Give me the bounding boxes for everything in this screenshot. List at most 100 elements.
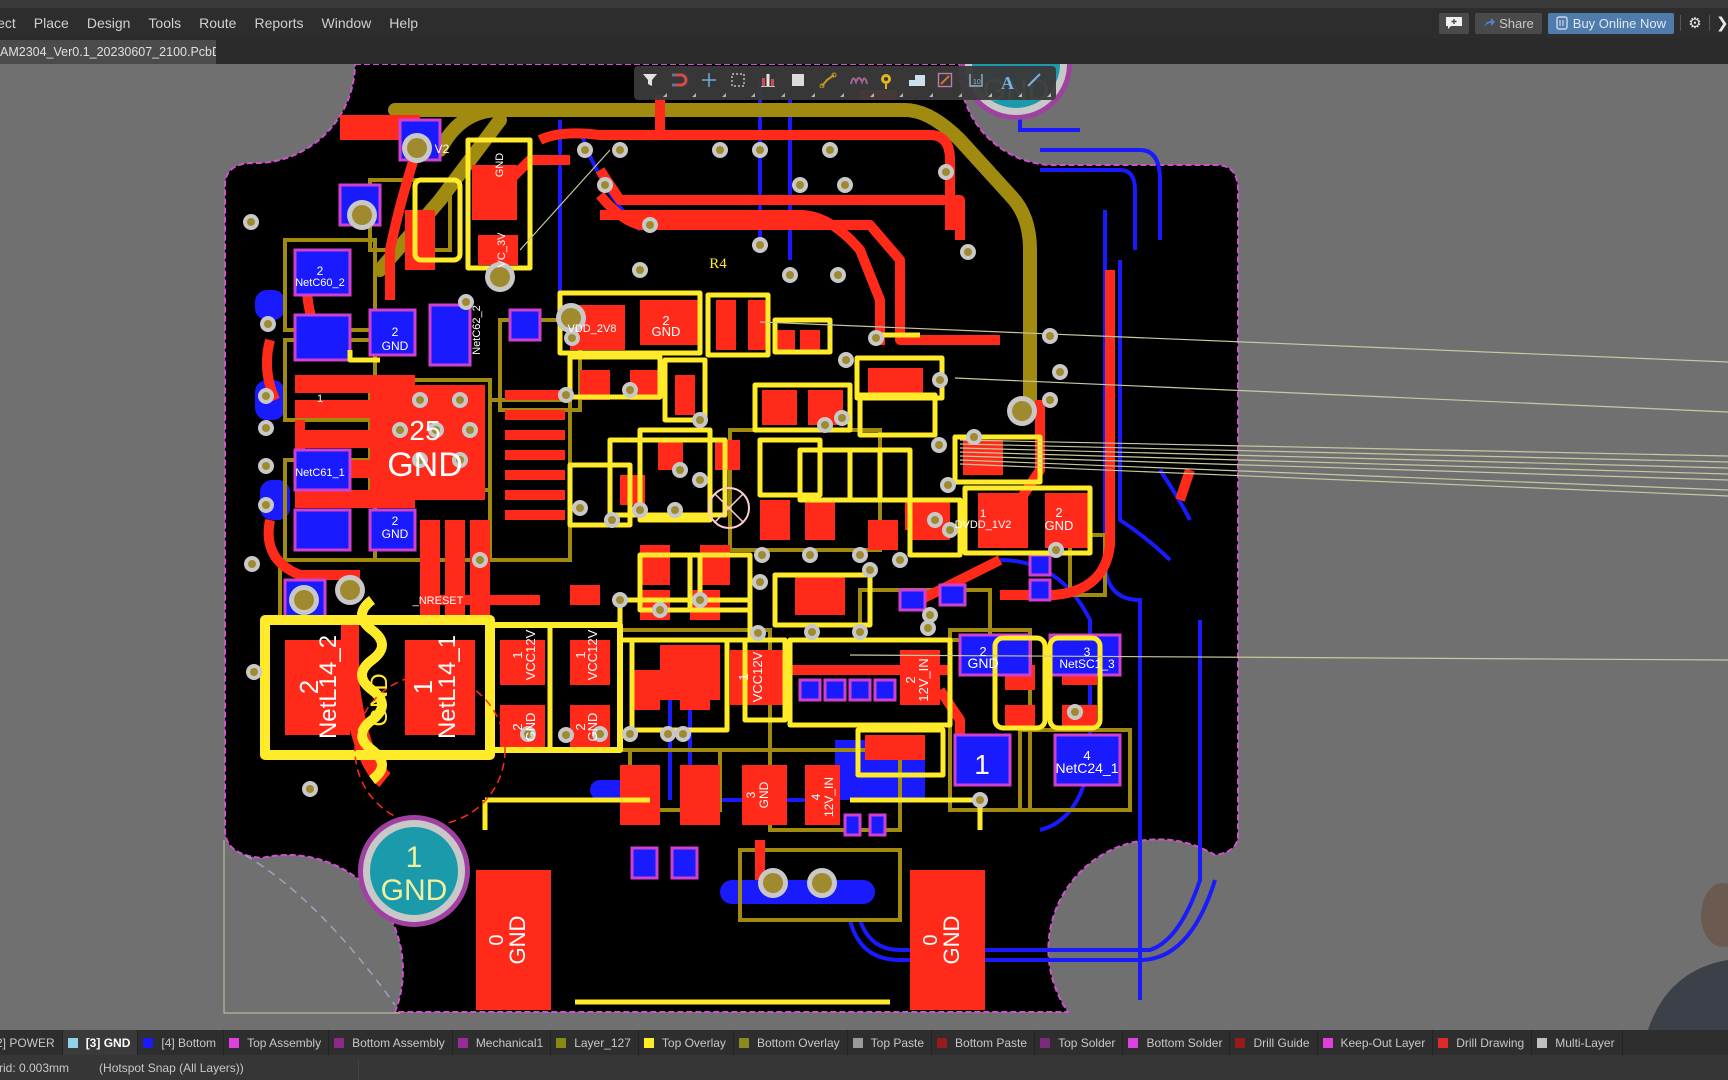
menu-reports[interactable]: Reports [245,15,312,31]
large-via-hole [340,580,360,600]
comment-button[interactable] [1439,12,1470,34]
layer-tab[interactable]: Bottom Paste [932,1030,1036,1055]
via-hole [841,181,849,189]
via-hole [696,596,704,604]
via-hole [1046,332,1054,340]
filter-icon[interactable] [642,72,667,97]
via-hole [264,320,272,328]
pcb-board-view[interactable]: R425GND2NetC60_22GND1NetC61_12GNDNetC62_… [0,64,1728,1030]
layer-tab[interactable]: Top Solder [1035,1030,1124,1055]
share-button[interactable]: Share [1475,12,1542,34]
diff-pair-icon[interactable] [849,72,874,97]
menu-window[interactable]: Window [313,15,381,31]
menu-design[interactable]: Design [78,15,140,31]
menu-route[interactable]: Route [190,15,245,31]
layer-tab[interactable]: Bottom Assembly [329,1030,453,1055]
layer-tab-label: Bottom Solder [1146,1035,1223,1050]
via-hole [396,426,404,434]
layer-color-swatch [1040,1037,1051,1048]
pcb-label-vdd2v8: VDD_2V8 [568,323,617,335]
layer-tab[interactable]: Top Assembly [224,1030,330,1055]
layer-tab-label: Drill Guide [1253,1035,1310,1050]
pcb-label-netc60: NetC60_2 [295,277,345,289]
pcb-label-dvdd: DVDD_1V2 [955,519,1012,531]
menu-tools[interactable]: Tools [139,15,190,31]
pcb-label-netc61-num: 1 [317,393,323,405]
crosshair-icon[interactable] [701,72,726,97]
via-hole [842,356,850,364]
pcb-label-vcc12v-c-num: 1 [736,673,751,680]
pcb-label-netc24: NetC24_1 [1055,760,1118,776]
layer-tab[interactable]: Top Overlay [639,1030,734,1055]
pcb-canvas[interactable]: R4 25 GND 2 NetC60_2 2 GND 1 NetC61_1 2 GND NetC62_… [0,64,1728,1030]
pcb-label-mount-bottom-num: 1 [406,841,423,874]
via-hole [247,218,255,226]
layer-color-swatch [937,1037,948,1048]
menu-project[interactable]: ject [0,15,25,31]
document-tab[interactable]: AM2304_Ver0.1_20230607_2100.PcbDoc [0,40,216,64]
layer-tab[interactable]: Bottom Solder [1123,1030,1231,1055]
align-icon[interactable] [760,72,786,97]
large-via-hole [490,267,510,287]
via-hole [646,221,654,229]
layer-tab[interactable]: Bottom Overlay [734,1030,848,1055]
via-hole [946,526,954,534]
select-rect-icon[interactable] [730,72,756,97]
pcb-label-in12v-a: 12V_IN [916,658,931,701]
pcb-label-netsc1: NetSC1_3 [1059,657,1115,671]
buy-online-label: Buy Online Now [1572,15,1666,31]
via-hole [248,560,256,568]
user-icon[interactable]: ❯ [1716,14,1728,32]
layer-tab[interactable]: Keep-Out Layer [1318,1030,1434,1055]
polygon-pour-icon[interactable] [908,72,933,97]
layer-tab-label: Bottom Paste [955,1035,1028,1050]
text-string-icon[interactable]: A [997,72,1022,97]
layer-color-swatch [229,1037,240,1048]
line-icon[interactable] [1026,72,1052,97]
pcb-label-vc3v: VC_3V [496,232,508,268]
layer-tab[interactable]: Drill Guide [1230,1030,1318,1055]
layer-tab-label: Layer_127 [574,1035,631,1050]
pcb-label-r4: R4 [709,256,727,272]
keepout-icon[interactable] [937,72,963,97]
large-via-hole [407,138,427,158]
gear-icon[interactable]: ⚙ [1687,14,1703,32]
layer-tab[interactable]: Layer_127 [551,1030,639,1055]
via-hole [262,462,270,470]
layer-tab[interactable]: Multi-Layer [1532,1030,1623,1055]
menu-help[interactable]: Help [380,15,427,31]
layer-color-swatch [556,1037,567,1048]
share-label: Share [1499,15,1534,31]
via-hole [616,596,624,604]
menu-place[interactable]: Place [25,15,78,31]
pcb-label-gnd-inductor: GND [366,673,393,726]
presenter-webcam-overlay [1638,860,1728,1030]
via-hole [806,551,814,559]
layer-tab-label: Keep-Out Layer [1340,1035,1426,1050]
via-hole [970,433,978,441]
via-hole [616,146,624,154]
layer-tab-label: 2] POWER [0,1035,55,1050]
layer-tab[interactable]: [3] GND [62,1030,139,1055]
pcb-label-gnd-d: GND [1045,518,1074,533]
layer-tab[interactable]: Drill Drawing [1433,1030,1533,1055]
component-icon[interactable]: 10 [967,72,992,97]
layer-tab-label: Top Assembly [247,1035,322,1050]
layer-tab[interactable]: [4] Bottom [138,1030,225,1055]
pcb-label-netc61: NetC61_1 [295,467,345,479]
fill-icon[interactable] [790,72,815,97]
layer-color-swatch [457,1037,468,1048]
via-hole [942,168,950,176]
snap-magnet-icon[interactable] [671,72,697,97]
pcb-label-gnd-b-num: 2 [392,514,399,528]
layer-tab[interactable]: Top Paste [848,1030,933,1055]
layer-tab[interactable]: 2] POWER [0,1030,63,1055]
via-hole [568,334,576,342]
menu-right-actions: Share Buy Online Now ⚙ ❯ [1439,11,1728,35]
route-track-icon[interactable] [819,72,845,97]
pcb-label-gnd-a: GND [382,339,409,353]
via-hole [796,181,804,189]
place-via-icon[interactable] [878,72,904,97]
buy-online-button[interactable]: Buy Online Now [1547,12,1674,34]
layer-tab[interactable]: Mechanical1 [453,1030,552,1055]
